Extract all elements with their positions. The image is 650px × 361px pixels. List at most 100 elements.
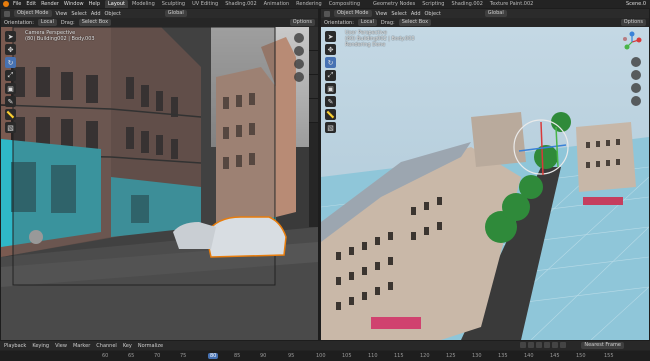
annotate-icon[interactable]: ✎ xyxy=(325,96,336,107)
drag-dropdown[interactable]: Select Box xyxy=(78,19,112,26)
perspective-view-render[interactable]: User Perspective (80) Building002 | Body… xyxy=(321,27,649,340)
tab-shading[interactable]: Shading.002 xyxy=(222,0,259,8)
normalize-toggle[interactable]: Normalize xyxy=(138,343,163,349)
right-3d-viewport[interactable]: Object Mode View Select Add Object Globa… xyxy=(321,9,649,340)
drag-dropdown[interactable]: Select Box xyxy=(398,19,432,26)
transform-icon[interactable]: ▣ xyxy=(325,83,336,94)
menu-key[interactable]: Key xyxy=(123,343,132,349)
add-cube-icon[interactable]: ▧ xyxy=(325,122,336,133)
axis-gizmo[interactable] xyxy=(621,31,643,53)
pan-hand-icon[interactable] xyxy=(294,46,304,56)
menu-edit[interactable]: Edit xyxy=(26,1,36,7)
menu-object[interactable]: Object xyxy=(105,11,121,17)
play-reverse-icon[interactable] xyxy=(536,342,542,348)
current-frame-indicator[interactable]: 80 xyxy=(208,353,219,359)
tab-rendering[interactable]: Rendering xyxy=(293,0,325,8)
rotate-icon[interactable]: ↻ xyxy=(5,57,16,68)
menu-render[interactable]: Render xyxy=(41,1,59,7)
tab-shading-2[interactable]: Shading.002 xyxy=(448,0,485,8)
tab-texture-paint[interactable]: Texture Paint.002 xyxy=(487,0,536,8)
add-cube-icon[interactable]: ▧ xyxy=(5,122,16,133)
orientation-dropdown[interactable]: Local xyxy=(37,19,57,26)
jump-start-icon[interactable] xyxy=(520,342,526,348)
grid-icon[interactable] xyxy=(294,72,304,82)
tab-item[interactable] xyxy=(309,27,318,51)
viewport-info-overlay: Camera Perspective (80) Building002 | Bo… xyxy=(25,30,95,42)
object-mode-dropdown[interactable]: Object Mode xyxy=(14,10,52,17)
menu-select[interactable]: Select xyxy=(391,11,406,17)
tab-sculpting[interactable]: Sculpting xyxy=(159,0,188,8)
jump-end-icon[interactable] xyxy=(560,342,566,348)
transform-icon[interactable]: ▣ xyxy=(5,83,16,94)
menu-channel[interactable]: Channel xyxy=(96,343,117,349)
tab-geometry-nodes[interactable]: Geometry Nodes xyxy=(370,0,418,8)
scale-icon[interactable]: ⤢ xyxy=(325,70,336,81)
editor-type-icon[interactable] xyxy=(324,10,330,17)
move-icon[interactable]: ✥ xyxy=(5,44,16,55)
transform-space-dropdown[interactable]: Global xyxy=(484,10,507,17)
editor-type-icon[interactable] xyxy=(4,10,10,17)
tab-edit[interactable] xyxy=(309,99,318,123)
menu-playback[interactable]: Playback xyxy=(4,343,26,349)
zoom-icon[interactable] xyxy=(294,33,304,43)
top-menu-bar: File Edit Render Window Help Layout Mode… xyxy=(0,0,650,8)
menu-select[interactable]: Select xyxy=(71,11,86,17)
object-mode-dropdown[interactable]: Object Mode xyxy=(334,10,372,17)
tab-layout[interactable]: Layout xyxy=(105,0,128,8)
menu-keying[interactable]: Keying xyxy=(32,343,49,349)
tab-view[interactable] xyxy=(309,75,318,99)
frame-mode-dropdown[interactable]: Nearest Frame xyxy=(581,342,624,349)
menu-object[interactable]: Object xyxy=(425,11,441,17)
next-key-icon[interactable] xyxy=(552,342,558,348)
tab-modeling[interactable]: Modeling xyxy=(129,0,158,8)
navigation-gizmo-icon[interactable] xyxy=(621,31,643,53)
orientation-label: Orientation: xyxy=(4,19,34,26)
frame-tick: 110 xyxy=(368,353,378,359)
transform-space-dropdown[interactable]: Global xyxy=(164,10,187,17)
annotate-icon[interactable]: ✎ xyxy=(5,96,16,107)
camera-view-render[interactable]: Camera Perspective (80) Building002 | Bo… xyxy=(1,27,318,340)
cursor-icon[interactable]: ➤ xyxy=(325,31,336,42)
scene-selector[interactable]: Scene.0 xyxy=(626,0,646,8)
tab-animation[interactable]: Animation xyxy=(261,0,293,8)
timeline-header: Playback Keying View Marker Channel Key … xyxy=(0,341,650,350)
menu-view[interactable]: View xyxy=(55,343,67,349)
tab-scripting[interactable]: Scripting xyxy=(419,0,447,8)
rotate-icon[interactable]: ↻ xyxy=(325,57,336,68)
camera-icon[interactable] xyxy=(294,59,304,69)
pan-hand-icon[interactable] xyxy=(631,70,641,80)
orientation-dropdown[interactable]: Local xyxy=(357,19,377,26)
tab-uv-editing[interactable]: UV Editing xyxy=(189,0,221,8)
menu-window[interactable]: Window xyxy=(64,1,84,7)
tab-compositing[interactable]: Compositing xyxy=(326,0,363,8)
menu-help[interactable]: Help xyxy=(89,1,100,7)
options-dropdown[interactable]: Options xyxy=(289,19,315,26)
frame-tick: 85 xyxy=(234,353,241,359)
drag-label: Drag: xyxy=(60,19,75,26)
left-3d-viewport[interactable]: Object Mode View Select Add Object Globa… xyxy=(1,9,318,340)
timeline-ruler[interactable]: 60 65 70 75 80 85 90 95 100 105 110 115 … xyxy=(0,351,650,361)
timeline-editor[interactable]: Playback Keying View Marker Channel Key … xyxy=(0,341,650,361)
grid-icon[interactable] xyxy=(631,96,641,106)
scale-icon[interactable]: ⤢ xyxy=(5,70,16,81)
camera-icon[interactable] xyxy=(631,83,641,93)
menu-view[interactable]: View xyxy=(56,11,68,17)
menu-view[interactable]: View xyxy=(376,11,388,17)
playback-controls xyxy=(520,342,566,348)
menu-add[interactable]: Add xyxy=(91,11,101,17)
options-dropdown[interactable]: Options xyxy=(620,19,646,26)
zoom-icon[interactable] xyxy=(631,57,641,67)
tab-tool[interactable] xyxy=(309,51,318,75)
move-icon[interactable]: ✥ xyxy=(325,44,336,55)
blender-logo-icon[interactable] xyxy=(3,1,9,7)
cursor-icon[interactable]: ➤ xyxy=(5,31,16,42)
play-icon[interactable] xyxy=(544,342,550,348)
frame-tick: 140 xyxy=(524,353,534,359)
measure-icon[interactable]: 📏 xyxy=(325,109,336,120)
measure-icon[interactable]: 📏 xyxy=(5,109,16,120)
menu-marker[interactable]: Marker xyxy=(73,343,90,349)
menu-file[interactable]: File xyxy=(13,1,21,7)
n-panel-tabs xyxy=(309,27,318,227)
menu-add[interactable]: Add xyxy=(411,11,421,17)
prev-key-icon[interactable] xyxy=(528,342,534,348)
